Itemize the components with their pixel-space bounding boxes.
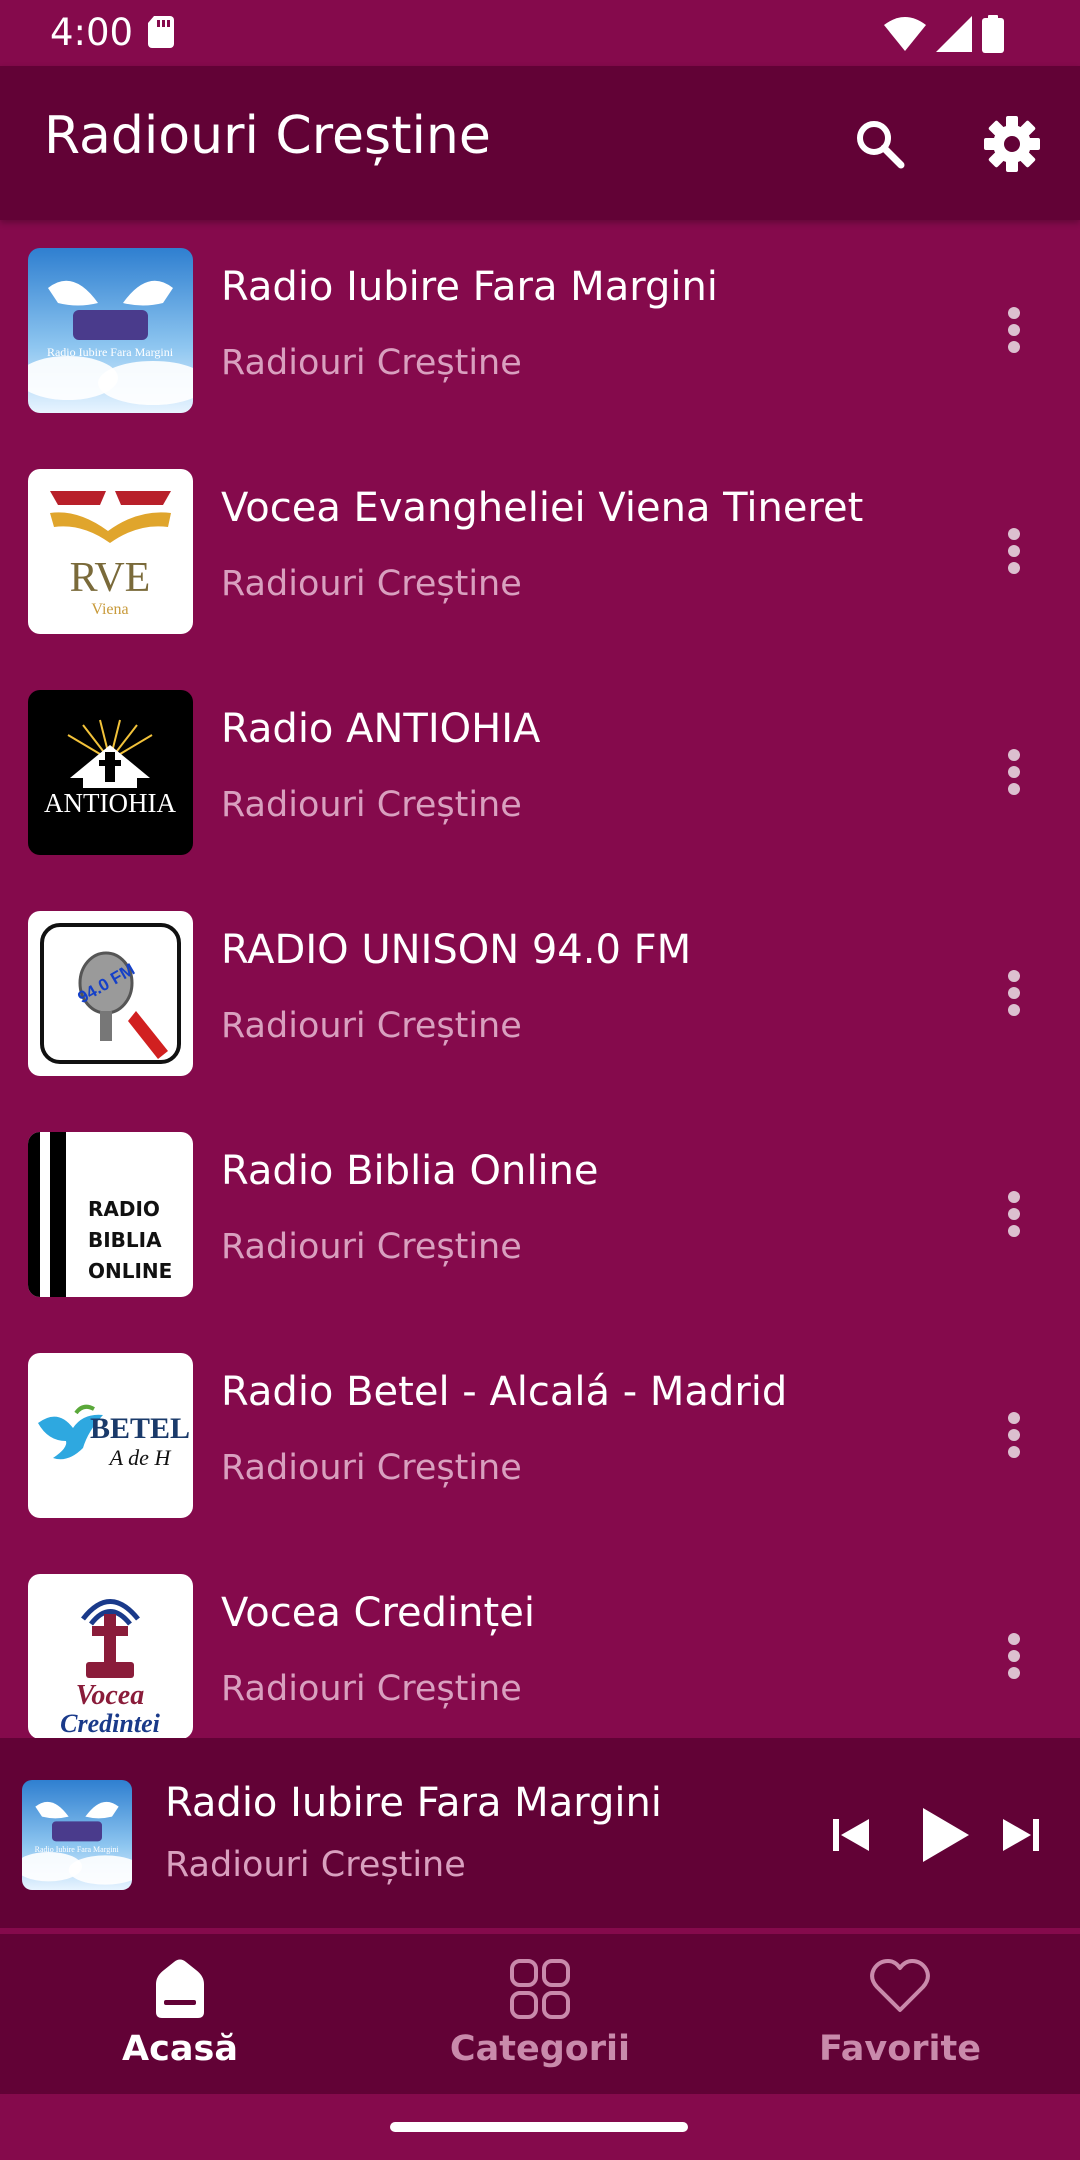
heart-icon (870, 1959, 930, 2012)
bottom-navigation: Acasă Categorii Favorite (0, 1934, 1080, 2094)
antiohia-logo-image: ANTIOHIA (28, 690, 193, 855)
station-name: Radio Iubire Fara Margini (221, 264, 718, 310)
more-options-button[interactable] (990, 1403, 1038, 1467)
station-name: Radio ANTIOHIA (221, 706, 541, 752)
logo-line: ONLINE (88, 1259, 172, 1283)
previous-button[interactable] (820, 1804, 882, 1866)
wifi-icon (884, 17, 926, 51)
station-logo: Vocea Credintei (28, 1574, 193, 1738)
station-logo: ANTIOHIA (28, 690, 193, 855)
vocea-credintei-logo-image: Vocea Credintei (28, 1574, 193, 1738)
settings-button[interactable] (976, 108, 1048, 180)
logo-subcaption: A de H (108, 1445, 172, 1470)
station-name: Radio Biblia Online (221, 1148, 599, 1194)
app-screen: 4:00 Radiouri Creștine Radio Iubire Fara… (0, 0, 1080, 2160)
now-playing-artwork: Radio Iubire Fara Margini (22, 1780, 132, 1890)
station-category: Radiouri Creștine (221, 1227, 522, 1267)
battery-icon (982, 15, 1004, 53)
more-vert-icon (1008, 749, 1020, 795)
gesture-navigation-area (0, 2094, 1080, 2160)
station-name: Vocea Credinței (221, 1590, 535, 1636)
logo-line: Credintei (60, 1709, 160, 1738)
station-name: Vocea Evangheliei Viena Tineret (221, 485, 864, 531)
next-button[interactable] (990, 1804, 1052, 1866)
nav-label: Favorite (818, 2029, 982, 2069)
categories-grid-icon (510, 1959, 570, 2019)
station-item[interactable]: RVE Viena Vocea Evangheliei Viena Tinere… (0, 441, 1080, 662)
station-logo: Radio Iubire Fara Margini (28, 248, 193, 413)
settings-gear-icon (984, 116, 1040, 172)
station-item[interactable]: BETEL A de H Radio Betel - Alcalá - Madr… (0, 1325, 1080, 1546)
more-vert-icon (1008, 528, 1020, 574)
logo-line: BIBLIA (88, 1228, 162, 1252)
status-bar: 4:00 (0, 0, 1080, 66)
now-playing-title: Radio Iubire Fara Margini (165, 1780, 662, 1826)
station-logo: RVE Viena (28, 469, 193, 634)
station-category: Radiouri Creștine (221, 785, 522, 825)
app-title: Radiouri Creștine (44, 106, 491, 166)
more-options-button[interactable] (990, 740, 1038, 804)
station-item[interactable]: Vocea Credintei Vocea Credinței Radiouri… (0, 1546, 1080, 1738)
rve-logo-image: RVE Viena (28, 469, 193, 634)
more-options-button[interactable] (990, 298, 1038, 362)
station-item[interactable]: 94.0 FM RADIO UNISON 94.0 FM Radiouri Cr… (0, 883, 1080, 1104)
iubire-logo-image: Radio Iubire Fara Margini (28, 248, 193, 413)
nav-label: Acasă (122, 2029, 238, 2069)
station-item[interactable]: Radio Iubire Fara Margini Radio Iubire F… (0, 220, 1080, 441)
station-logo: RADIO BIBLIA ONLINE (28, 1132, 193, 1297)
skip-next-icon (1003, 1819, 1039, 1851)
play-icon (923, 1808, 969, 1862)
station-logo: 94.0 FM (28, 911, 193, 1076)
logo-caption: ANTIOHIA (44, 788, 176, 818)
nav-item-acasa[interactable]: Acasă (0, 1934, 360, 2094)
station-logo: BETEL A de H (28, 1353, 193, 1518)
station-category: Radiouri Creștine (221, 564, 522, 604)
more-options-button[interactable] (990, 1182, 1038, 1246)
sd-card-icon (148, 16, 174, 48)
nav-item-favorite[interactable]: Favorite (720, 1934, 1080, 2094)
betel-logo-image: BETEL A de H (28, 1353, 193, 1518)
station-category: Radiouri Creștine (221, 1006, 522, 1046)
station-list[interactable]: Radio Iubire Fara Margini Radio Iubire F… (0, 220, 1080, 1738)
now-playing-subtitle: Radiouri Creștine (165, 1845, 466, 1885)
biblia-logo-image: RADIO BIBLIA ONLINE (28, 1132, 193, 1297)
skip-previous-icon (833, 1819, 869, 1851)
iubire-logo-image: Radio Iubire Fara Margini (22, 1780, 132, 1890)
logo-caption: RVE (70, 555, 151, 601)
station-item[interactable]: RADIO BIBLIA ONLINE Radio Biblia Online … (0, 1104, 1080, 1325)
more-vert-icon (1008, 970, 1020, 1016)
logo-caption: Radio Iubire Fara Margini (47, 345, 174, 359)
status-time: 4:00 (50, 11, 134, 54)
search-button[interactable] (844, 108, 916, 180)
logo-caption: Radio Iubire Fara Margini (35, 1845, 120, 1854)
station-category: Radiouri Creștine (221, 1669, 522, 1709)
more-vert-icon (1008, 1633, 1020, 1679)
search-icon (857, 121, 905, 169)
logo-line: Vocea (76, 1680, 144, 1711)
home-gesture-handle[interactable] (390, 2122, 688, 2132)
status-icons (884, 14, 1004, 54)
play-button[interactable] (908, 1798, 982, 1872)
station-category: Radiouri Creștine (221, 1448, 522, 1488)
more-vert-icon (1008, 1412, 1020, 1458)
station-item[interactable]: ANTIOHIA Radio ANTIOHIA Radiouri Creștin… (0, 662, 1080, 883)
more-options-button[interactable] (990, 1624, 1038, 1688)
logo-caption: BETEL (90, 1412, 190, 1445)
logo-line: RADIO (88, 1197, 160, 1221)
station-name: RADIO UNISON 94.0 FM (221, 927, 692, 973)
app-bar: Radiouri Creștine (0, 66, 1080, 220)
logo-subcaption: Viena (91, 601, 128, 618)
more-vert-icon (1008, 307, 1020, 353)
unison-logo-image: 94.0 FM (28, 911, 193, 1076)
nav-label: Categorii (449, 2029, 631, 2069)
more-options-button[interactable] (990, 519, 1038, 583)
signal-icon (936, 16, 972, 52)
station-category: Radiouri Creștine (221, 343, 522, 383)
mini-player[interactable]: Radio Iubire Fara Margini Radio Iubire F… (0, 1738, 1080, 1928)
home-icon (156, 1959, 204, 2018)
more-vert-icon (1008, 1191, 1020, 1237)
station-name: Radio Betel - Alcalá - Madrid (221, 1369, 788, 1415)
more-options-button[interactable] (990, 961, 1038, 1025)
nav-item-categorii[interactable]: Categorii (360, 1934, 720, 2094)
